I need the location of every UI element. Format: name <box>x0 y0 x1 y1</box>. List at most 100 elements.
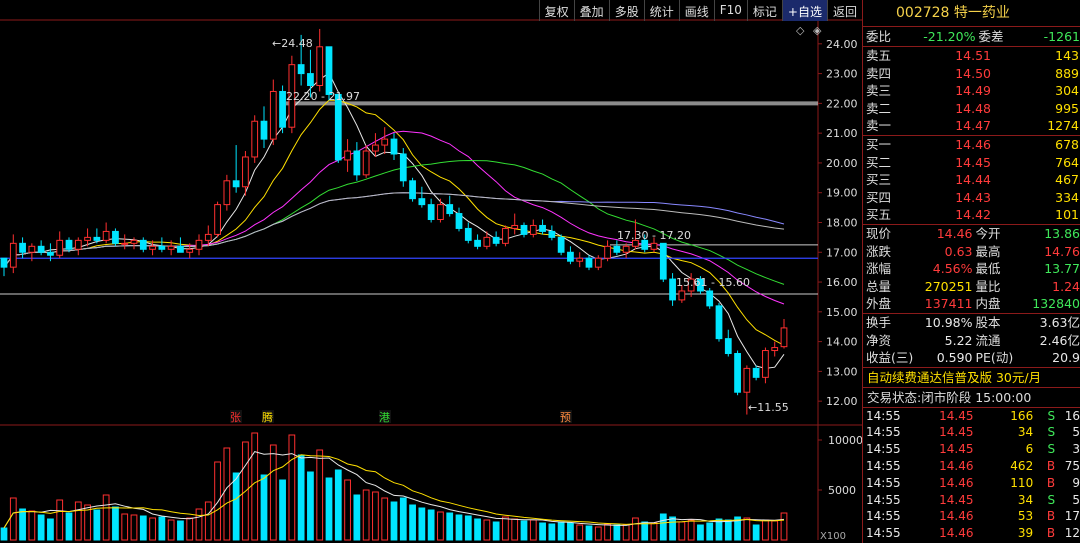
candle-body[interactable] <box>529 224 537 235</box>
order-row[interactable]: 卖二 14.48 995 <box>863 100 1080 118</box>
order-row[interactable]: 卖四 14.50 889 <box>863 65 1080 83</box>
candle-body[interactable] <box>399 153 407 182</box>
candle-body[interactable] <box>334 93 342 161</box>
candle-body[interactable] <box>177 245 184 253</box>
candle-body[interactable] <box>307 73 314 87</box>
candle-body[interactable] <box>251 120 259 158</box>
order-row[interactable]: 买一 14.46 678 <box>863 136 1080 154</box>
candle-body[interactable] <box>130 239 138 244</box>
candle-body[interactable] <box>381 138 389 146</box>
candle-body[interactable] <box>390 138 398 155</box>
candle-body[interactable] <box>362 150 370 176</box>
candle-body[interactable] <box>520 224 528 235</box>
tick-row[interactable]: 14:55 14.45 6 S 3 <box>863 441 1080 458</box>
candle-body[interactable] <box>446 204 454 215</box>
candle-body[interactable] <box>594 257 602 268</box>
tick-list[interactable]: 14:55 14.45 166 S 16 14:55 14.45 34 S 5 14:55 14.45… <box>863 408 1080 542</box>
order-row[interactable]: 买三 14.44 467 <box>863 171 1080 189</box>
candle-body[interactable] <box>464 227 472 241</box>
candle-body[interactable] <box>325 46 333 95</box>
candle-body[interactable] <box>659 242 667 280</box>
candle-body[interactable] <box>622 245 630 253</box>
candle-body[interactable] <box>112 230 119 244</box>
tick-row[interactable]: 14:55 14.46 53 B 17 <box>863 508 1080 525</box>
candle-body[interactable] <box>186 248 194 253</box>
candle-body[interactable] <box>84 236 91 241</box>
candle-body[interactable] <box>483 236 491 247</box>
kline-chart[interactable]: 24.00 23.00 22.00 21.00 20.00 19.00 18.00 17.00… <box>0 0 862 543</box>
candle-body[interactable] <box>56 239 64 256</box>
candle-body[interactable] <box>167 245 175 250</box>
candle-body[interactable] <box>613 245 621 253</box>
candle-body[interactable] <box>557 236 565 253</box>
candle-body[interactable] <box>752 367 760 378</box>
candle-body[interactable] <box>724 338 732 355</box>
candle-body[interactable] <box>37 245 45 253</box>
candle-body[interactable] <box>0 257 8 268</box>
toolbar-button[interactable]: 返回 <box>826 0 862 21</box>
tick-row[interactable]: 14:55 14.46 39 B 12 <box>863 525 1080 542</box>
candle-body[interactable] <box>474 239 481 247</box>
candle-body[interactable] <box>437 204 444 221</box>
candle-body[interactable] <box>121 242 129 245</box>
candle-body[interactable] <box>158 245 166 250</box>
candle-body[interactable] <box>585 257 593 268</box>
candle-body[interactable] <box>353 150 361 176</box>
candle-body[interactable] <box>743 367 751 393</box>
candle-body[interactable] <box>279 90 286 128</box>
candle-body[interactable] <box>706 290 714 307</box>
tick-row[interactable]: 14:55 14.45 166 S 16 <box>863 408 1080 425</box>
candle-body[interactable] <box>455 213 463 229</box>
candle-body[interactable] <box>492 236 500 244</box>
order-row[interactable]: 卖五 14.51 143 <box>863 47 1080 65</box>
candle-body[interactable] <box>65 239 73 250</box>
tick-row[interactable]: 14:55 14.45 34 S 5 <box>863 492 1080 509</box>
diamond-icon[interactable]: ◇ <box>796 24 805 37</box>
order-row[interactable]: 买四 14.43 334 <box>863 189 1080 207</box>
candle-body[interactable] <box>650 242 658 250</box>
candle-body[interactable] <box>372 144 379 152</box>
candle-body[interactable] <box>511 224 519 229</box>
tick-row[interactable]: 14:55 14.45 34 S 5 <box>863 424 1080 441</box>
candle-body[interactable] <box>539 224 546 232</box>
candle-body[interactable] <box>548 230 556 238</box>
promo-text[interactable]: 自动续费通达信普及版 30元/月 <box>867 368 1041 387</box>
promo-banner[interactable]: 自动续费通达信普及版 30元/月 <box>863 368 1080 388</box>
order-row[interactable]: 买五 14.42 101 <box>863 206 1080 224</box>
candle-body[interactable] <box>149 245 156 250</box>
order-row[interactable]: 卖一 14.47 1274 <box>863 117 1080 135</box>
candle-body[interactable] <box>139 239 147 250</box>
tick-row[interactable]: 14:55 14.46 110 B 9 <box>863 475 1080 492</box>
toolbar-button[interactable]: 画线 <box>678 0 714 21</box>
candle-body[interactable] <box>734 353 741 393</box>
tick-row[interactable]: 14:55 14.46 462 B 75 <box>863 458 1080 475</box>
candle-body[interactable] <box>19 242 26 253</box>
toolbar-button[interactable]: 统计 <box>643 0 679 21</box>
toolbar-button[interactable]: 标记 <box>746 0 782 21</box>
candlesticks[interactable] <box>0 28 788 415</box>
candle-body[interactable] <box>604 245 611 259</box>
candle-body[interactable] <box>297 64 305 75</box>
candle-body[interactable] <box>242 156 249 188</box>
order-row[interactable]: 卖三 14.49 304 <box>863 82 1080 100</box>
candle-body[interactable] <box>102 230 110 241</box>
candle-body[interactable] <box>93 236 101 241</box>
candle-body[interactable] <box>762 350 769 378</box>
toolbar-button[interactable]: 叠加 <box>573 0 609 21</box>
candle-body[interactable] <box>47 251 54 256</box>
candle-body[interactable] <box>223 180 231 206</box>
candle-body[interactable] <box>567 251 574 262</box>
candle-body[interactable] <box>780 327 788 348</box>
candle-body[interactable] <box>409 180 416 200</box>
order-row[interactable]: 买二 14.45 764 <box>863 154 1080 172</box>
toolbar-button[interactable]: 复权 <box>538 0 574 21</box>
candle-body[interactable] <box>28 245 36 253</box>
candle-body[interactable] <box>214 204 221 235</box>
candle-body[interactable] <box>260 120 268 140</box>
candle-body[interactable] <box>74 239 82 250</box>
candle-body[interactable] <box>678 290 686 301</box>
candle-body[interactable] <box>418 198 426 206</box>
toolbar-button[interactable]: F10 <box>713 0 747 21</box>
toolbar-button[interactable]: +自选 <box>781 0 827 21</box>
candle-body[interactable] <box>195 239 203 250</box>
